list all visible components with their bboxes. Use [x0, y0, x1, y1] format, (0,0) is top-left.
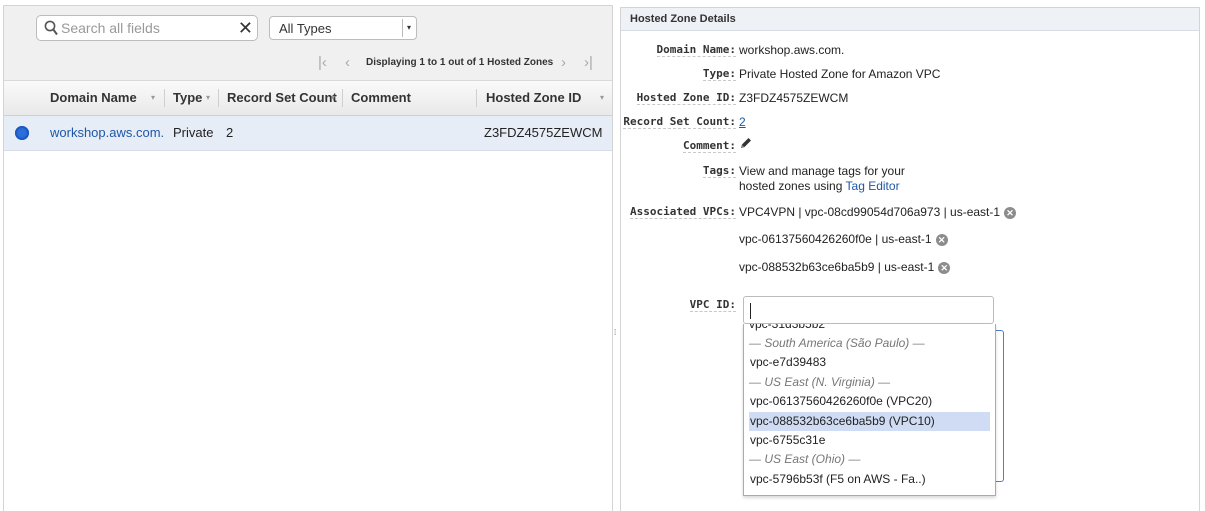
last-page-icon[interactable]: ›| — [584, 54, 593, 72]
vpc-id-input[interactable] — [743, 296, 994, 324]
column-divider — [164, 89, 165, 107]
table-header: Domain Name ▾ Type ▾ Record Set Count ▾ … — [4, 81, 612, 116]
type-filter-select[interactable]: All Types ▾ — [269, 16, 417, 40]
row-radio-button[interactable] — [15, 126, 29, 140]
associated-vpc-text: vpc-088532b63ce6ba5b9 | us-east-1 — [739, 260, 935, 274]
text-caret — [750, 303, 751, 319]
remove-vpc-icon[interactable]: ✕ — [1004, 206, 1017, 219]
pagination-text: Displaying 1 to 1 out of 1 Hosted Zones — [366, 57, 554, 68]
dropdown-option[interactable]: vpc-5796b53f (F5 on AWS - Fa..) — [749, 470, 990, 489]
sort-count-icon[interactable]: ▾ — [331, 81, 335, 115]
sort-zone-id-icon[interactable]: ▾ — [600, 81, 604, 115]
dropdown-option-selected[interactable]: vpc-088532b63ce6ba5b9 (VPC10) — [749, 412, 990, 431]
column-divider — [218, 89, 219, 107]
edit-comment-pencil-icon[interactable] — [739, 136, 753, 153]
column-header-comment[interactable]: Comment — [351, 81, 411, 115]
search-icon — [44, 20, 58, 39]
cell-hosted-zone-id: Z3FDZ4575ZEWCM — [484, 125, 603, 140]
record-set-count-label: Record Set Count: — [623, 115, 736, 129]
type-label: Type: — [702, 67, 736, 81]
type-value: Private Hosted Zone for Amazon VPC — [739, 67, 941, 81]
associated-vpc-item: vpc-06137560426260f0e | us-east-1 ✕ — [739, 232, 948, 246]
column-header-type[interactable]: Type — [173, 81, 202, 115]
next-page-icon[interactable]: › — [561, 54, 566, 72]
associated-vpc-text: VPC4VPN | vpc-08cd99054d706a973 | us-eas… — [739, 205, 1001, 219]
dropdown-option[interactable]: vpc-e7d39483 — [749, 353, 990, 372]
dropdown-group-n-virginia: — US East (N. Virginia) — — [749, 375, 891, 389]
hosted-zone-id-label: Hosted Zone ID: — [636, 91, 736, 105]
tags-text-prefix: hosted zones using — [739, 179, 843, 193]
table-row[interactable]: workshop.aws.com. Private 2 Z3FDZ4575ZEW… — [4, 116, 612, 151]
dropdown-option-partial[interactable]: vpc-31d3b5b2 — [749, 324, 825, 331]
column-divider — [342, 89, 343, 107]
filter-toolbar: ✕ All Types ▾ |‹ ‹ Displaying 1 to 1 out… — [4, 6, 612, 81]
dropdown-option[interactable]: vpc-6755c31e — [749, 431, 990, 450]
cell-record-set-count: 2 — [226, 125, 234, 140]
pagination: |‹ ‹ Displaying 1 to 1 out of 1 Hosted Z… — [4, 54, 606, 72]
tag-editor-link[interactable]: Tag Editor — [846, 179, 900, 193]
hosted-zone-details-panel: Hosted Zone Details Domain Name: worksho… — [620, 7, 1200, 511]
vpc-dropdown-list[interactable]: vpc-31d3b5b2 — South America (São Paulo)… — [743, 324, 996, 496]
remove-vpc-icon[interactable]: ✕ — [935, 233, 948, 246]
dropdown-arrow-icon[interactable]: ▾ — [402, 19, 415, 37]
hosted-zone-id-value: Z3FDZ4575ZEWCM — [739, 91, 849, 105]
column-header-domain-name[interactable]: Domain Name — [50, 81, 137, 115]
column-header-hosted-zone-id[interactable]: Hosted Zone ID — [486, 81, 581, 115]
prev-page-icon[interactable]: ‹ — [345, 54, 350, 72]
first-page-icon[interactable]: |‹ — [318, 54, 327, 72]
type-filter-value: All Types — [279, 21, 332, 36]
associated-vpc-item: VPC4VPN | vpc-08cd99054d706a973 | us-eas… — [739, 205, 1017, 219]
focused-select-edge — [995, 330, 1004, 482]
clear-search-icon[interactable]: ✕ — [238, 18, 253, 38]
sort-type-icon[interactable]: ▾ — [206, 81, 210, 115]
remove-vpc-icon[interactable]: ✕ — [938, 261, 951, 274]
dropdown-group-ohio: — US East (Ohio) — — [749, 452, 861, 466]
comment-label: Comment: — [683, 139, 736, 153]
sort-domain-icon[interactable]: ▾ — [151, 81, 155, 115]
search-box[interactable]: ✕ — [36, 15, 258, 41]
panel-splitter-handle[interactable]: ⁞ — [614, 328, 616, 337]
associated-vpc-text: vpc-06137560426260f0e | us-east-1 — [739, 232, 932, 246]
search-input[interactable] — [61, 19, 231, 37]
details-title: Hosted Zone Details — [621, 8, 1199, 31]
cell-type: Private — [173, 125, 214, 140]
associated-vpcs-label: Associated VPCs: — [630, 205, 736, 219]
domain-name-label: Domain Name: — [656, 43, 736, 57]
dropdown-option[interactable]: vpc-06137560426260f0e (VPC20) — [749, 392, 990, 411]
cell-domain-name[interactable]: workshop.aws.com. — [50, 116, 164, 150]
associated-vpc-item: vpc-088532b63ce6ba5b9 | us-east-1 ✕ — [739, 260, 951, 274]
column-header-record-set-count[interactable]: Record Set Count — [227, 81, 337, 115]
column-divider — [476, 89, 477, 107]
domain-name-value: workshop.aws.com. — [739, 43, 845, 57]
tags-text-line2: hosted zones using Tag Editor — [739, 179, 900, 193]
tags-label: Tags: — [702, 164, 736, 178]
hosted-zones-list-panel: ✕ All Types ▾ |‹ ‹ Displaying 1 to 1 out… — [3, 5, 613, 511]
dropdown-group-sao-paulo: — South America (São Paulo) — — [749, 336, 925, 350]
record-set-count-link[interactable]: 2 — [739, 115, 746, 129]
vpc-id-label: VPC ID: — [689, 298, 736, 312]
tags-text-line1: View and manage tags for your — [739, 164, 905, 178]
